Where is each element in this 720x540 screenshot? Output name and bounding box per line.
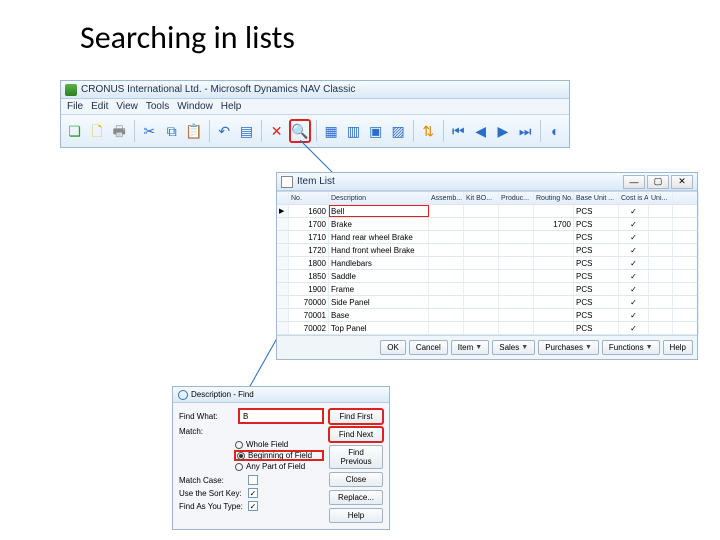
find-first-button[interactable]: Find First xyxy=(329,409,383,424)
print-icon[interactable]: 🖶 xyxy=(110,119,129,143)
card-icon[interactable]: ▥ xyxy=(344,119,363,143)
col-selector xyxy=(277,192,289,204)
item-list-button-bar: OK Cancel Item▼ Sales▼ Purchases▼ Functi… xyxy=(277,335,697,359)
next-icon[interactable]: ▶ xyxy=(493,119,512,143)
item-button[interactable]: Item▼ xyxy=(451,340,490,355)
use-sort-checkbox[interactable]: ✓ xyxy=(248,488,258,498)
copy-icon[interactable]: ⧉ xyxy=(162,119,181,143)
find-title-icon xyxy=(178,390,188,400)
nav-app-icon xyxy=(65,84,77,96)
close-button[interactable]: ✕ xyxy=(671,175,693,189)
first-icon[interactable]: ⏮ xyxy=(449,119,468,143)
find-titlebar: Description - Find xyxy=(173,387,389,403)
purchases-button[interactable]: Purchases▼ xyxy=(538,340,599,355)
maximize-button[interactable]: ▢ xyxy=(647,175,669,189)
use-sort-label: Use the Sort Key: xyxy=(179,489,245,498)
nav2-icon[interactable]: ▨ xyxy=(388,119,407,143)
undo-icon[interactable]: ↶ xyxy=(215,119,234,143)
table-row[interactable]: 70001BasePCS✓ xyxy=(277,309,697,322)
find-close-button[interactable]: Close xyxy=(329,472,383,487)
col-uni[interactable]: Uni... xyxy=(649,192,673,204)
col-costadj[interactable]: Cost is Ad... xyxy=(619,192,649,204)
col-produc[interactable]: Produc... xyxy=(499,192,534,204)
col-routing[interactable]: Routing No. xyxy=(534,192,574,204)
find-as-you-type-checkbox[interactable]: ✓ xyxy=(248,501,258,511)
list-window-icon xyxy=(281,176,293,188)
slide-title: Searching in lists xyxy=(80,18,295,57)
col-description[interactable]: Description xyxy=(329,192,429,204)
find-replace-button[interactable]: Replace... xyxy=(329,490,383,505)
col-assembly[interactable]: Assemb... xyxy=(429,192,464,204)
find-help-button[interactable]: Help xyxy=(329,508,383,523)
col-kit[interactable]: Kit BO... xyxy=(464,192,499,204)
table-row[interactable]: 1900FramePCS✓ xyxy=(277,283,697,296)
match-radio-any[interactable]: Any Part of Field xyxy=(235,462,323,471)
filter-icon[interactable]: ▤ xyxy=(237,119,256,143)
match-radio-group: Whole Field Beginning of Field Any Part of… xyxy=(179,440,323,471)
last-icon[interactable]: ⏭ xyxy=(516,119,535,143)
match-case-label: Match Case: xyxy=(179,476,245,485)
find-previous-button[interactable]: Find Previous xyxy=(329,445,383,469)
find-what-input[interactable]: B xyxy=(239,409,323,423)
sales-button[interactable]: Sales▼ xyxy=(492,340,535,355)
table-row[interactable]: 70000Side PanelPCS✓ xyxy=(277,296,697,309)
paste-icon[interactable]: 📋 xyxy=(184,119,203,143)
find-what-label: Find What: xyxy=(179,412,235,421)
match-label: Match: xyxy=(179,427,235,436)
menu-view[interactable]: View xyxy=(116,101,138,112)
item-list-titlebar: Item List — ▢ ✕ xyxy=(277,173,697,191)
prev-icon[interactable]: ◀ xyxy=(471,119,490,143)
table-row[interactable]: 70002Top PanelPCS✓ xyxy=(277,322,697,335)
delete-icon[interactable]: ✕ xyxy=(267,119,286,143)
match-radio-whole[interactable]: Whole Field xyxy=(235,440,323,449)
list-icon[interactable]: ▦ xyxy=(322,119,341,143)
col-baseunit[interactable]: Base Unit ... xyxy=(574,192,619,204)
find-dialog: Description - Find Find What: B Match: W… xyxy=(172,386,390,530)
app-title: CRONUS International Ltd. - Microsoft Dy… xyxy=(81,84,355,95)
grid-header-row: No. Description Assemb... Kit BO... Prod… xyxy=(277,192,697,205)
find-next-button[interactable]: Find Next xyxy=(329,427,383,442)
match-case-checkbox[interactable] xyxy=(248,475,258,485)
table-row[interactable]: 1710Hand rear wheel BrakePCS✓ xyxy=(277,231,697,244)
find-icon[interactable]: 🔍 xyxy=(289,119,310,143)
toolbar: ❏🗋🖶 ✂⧉📋 ↶▤ ✕🔍 ▦▥▣▨ ⇅ ⏮◀▶⏭ ◐ xyxy=(61,115,569,147)
table-row[interactable]: 1850SaddlePCS✓ xyxy=(277,270,697,283)
menu-tools[interactable]: Tools xyxy=(146,101,169,112)
minimize-button[interactable]: — xyxy=(623,175,645,189)
menu-edit[interactable]: Edit xyxy=(91,101,108,112)
cancel-button[interactable]: Cancel xyxy=(409,340,448,355)
item-list-window: Item List — ▢ ✕ No. Description Assemb..… xyxy=(276,172,698,360)
functions-button[interactable]: Functions▼ xyxy=(602,340,660,355)
help-icon[interactable]: ◐ xyxy=(546,119,565,143)
find-as-you-type-label: Find As You Type: xyxy=(179,502,245,511)
links-icon[interactable]: ⇅ xyxy=(419,119,438,143)
app-titlebar: CRONUS International Ltd. - Microsoft Dy… xyxy=(61,81,569,99)
menu-bar: File Edit View Tools Window Help xyxy=(61,99,569,115)
help-button[interactable]: Help xyxy=(663,340,693,355)
table-row[interactable]: 1700Brake1700PCS✓ xyxy=(277,218,697,231)
item-grid: No. Description Assemb... Kit BO... Prod… xyxy=(277,191,697,335)
app-window-top: CRONUS International Ltd. - Microsoft Dy… xyxy=(60,80,570,148)
col-no[interactable]: No. xyxy=(289,192,329,204)
match-radio-begin[interactable]: Beginning of Field xyxy=(235,451,323,460)
table-row[interactable]: 1800HandlebarsPCS✓ xyxy=(277,257,697,270)
menu-window[interactable]: Window xyxy=(177,101,213,112)
find-title-text: Description - Find xyxy=(191,390,254,399)
print-preview-icon[interactable]: 🗋 xyxy=(87,119,106,143)
table-row[interactable]: 1720Hand front wheel BrakePCS✓ xyxy=(277,244,697,257)
ok-button[interactable]: OK xyxy=(380,340,406,355)
nav1-icon[interactable]: ▣ xyxy=(366,119,385,143)
table-row[interactable]: 1600BellPCS✓ xyxy=(277,205,697,218)
item-list-title: Item List xyxy=(297,176,335,187)
menu-help[interactable]: Help xyxy=(221,101,242,112)
new-icon[interactable]: ❏ xyxy=(65,119,84,143)
col-scroll xyxy=(673,192,699,204)
cut-icon[interactable]: ✂ xyxy=(140,119,159,143)
menu-file[interactable]: File xyxy=(67,101,83,112)
